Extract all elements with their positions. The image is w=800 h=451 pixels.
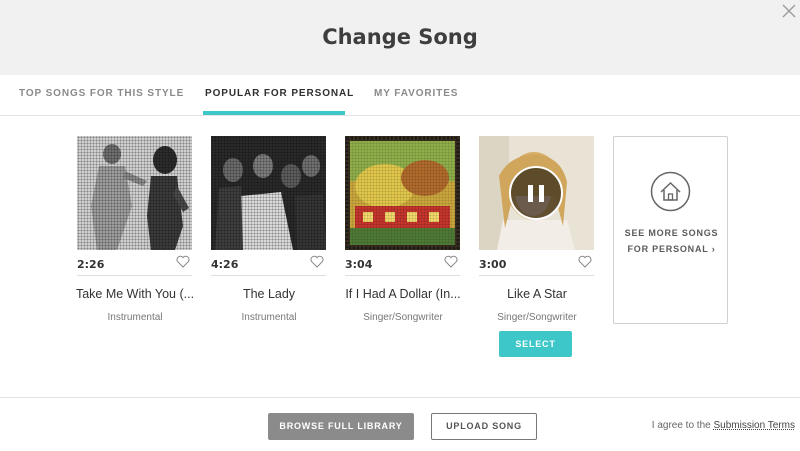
see-more-line2: FOR PERSONAL › — [627, 244, 716, 254]
song-card[interactable]: 4:26 The Lady Instrumental — [211, 136, 326, 323]
song-meta: 3:04 — [345, 250, 460, 276]
tab-popular-personal[interactable]: POPULAR FOR PERSONAL — [205, 88, 354, 99]
see-more-label: SEE MORE SONGS FOR PERSONAL › — [614, 225, 729, 257]
modal-header: Change Song — [0, 0, 800, 75]
submission-terms-link[interactable]: Submission Terms — [713, 420, 795, 431]
browse-full-library-button[interactable]: BROWSE FULL LIBRARY — [268, 413, 414, 440]
song-genre: Singer/Songwriter — [497, 312, 577, 323]
upload-song-button[interactable]: UPLOAD SONG — [431, 413, 537, 440]
song-duration: 4:26 — [211, 258, 239, 271]
modal-footer: BROWSE FULL LIBRARY UPLOAD SONG I agree … — [0, 397, 800, 451]
song-title: Like A Star — [507, 287, 567, 301]
heart-icon[interactable] — [310, 255, 324, 268]
song-card[interactable]: 2:26 Take Me With You (... Instrumental — [76, 136, 194, 323]
active-tab-indicator — [203, 111, 345, 115]
album-art[interactable] — [345, 136, 460, 250]
tab-my-favorites[interactable]: MY FAVORITES — [374, 88, 458, 99]
select-button[interactable]: SELECT — [499, 331, 572, 357]
see-more-line1: SEE MORE SONGS — [624, 228, 719, 238]
song-meta: 3:00 — [479, 250, 594, 276]
song-card[interactable]: 3:04 If I Had A Dollar (In... Singer/Son… — [345, 136, 461, 323]
heart-icon[interactable] — [578, 255, 592, 268]
album-art[interactable] — [77, 136, 192, 250]
song-duration: 3:04 — [345, 258, 373, 271]
heart-icon[interactable] — [444, 255, 458, 268]
song-meta: 2:26 — [77, 250, 192, 276]
pause-button[interactable] — [509, 166, 563, 220]
agree-text: I agree to the — [651, 420, 714, 431]
song-title: Take Me With You (... — [75, 287, 195, 301]
terms-agreement: I agree to the Submission Terms — [652, 420, 795, 431]
song-genre: Singer/Songwriter — [363, 312, 443, 323]
modal-title: Change Song — [322, 25, 478, 49]
song-title: If I Had A Dollar (In... — [345, 287, 461, 301]
song-meta: 4:26 — [211, 250, 326, 276]
album-art[interactable] — [479, 136, 594, 250]
heart-icon[interactable] — [176, 255, 190, 268]
tab-bar: TOP SONGS FOR THIS STYLE POPULAR FOR PER… — [0, 75, 800, 116]
home-icon — [650, 171, 691, 212]
song-card-playing[interactable]: 3:00 Like A Star Singer/Songwriter SELEC… — [479, 136, 594, 357]
tab-top-songs[interactable]: TOP SONGS FOR THIS STYLE — [19, 88, 184, 99]
song-duration: 3:00 — [479, 258, 507, 271]
song-genre: Instrumental — [241, 312, 297, 323]
song-duration: 2:26 — [77, 258, 105, 271]
album-art[interactable] — [211, 136, 326, 250]
close-icon[interactable] — [780, 2, 798, 20]
song-genre: Instrumental — [107, 312, 163, 323]
see-more-songs-card[interactable]: SEE MORE SONGS FOR PERSONAL › — [613, 136, 728, 324]
song-title: The Lady — [242, 287, 296, 301]
